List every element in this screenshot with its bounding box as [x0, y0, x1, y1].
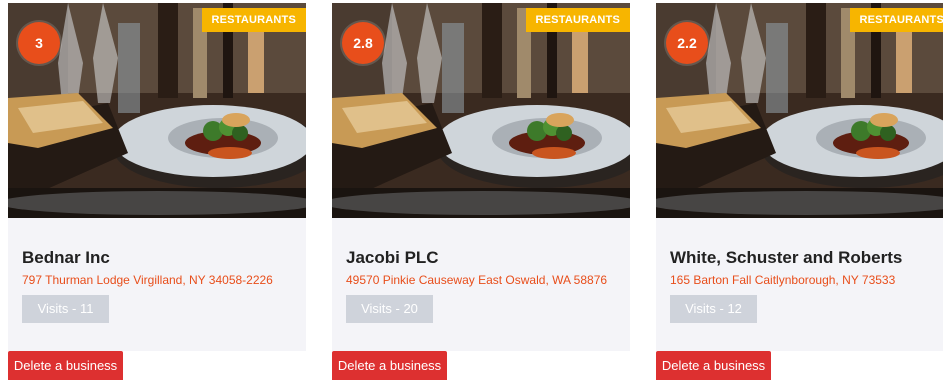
business-name: Bednar Inc: [22, 248, 110, 268]
rating-badge: 2.8: [342, 22, 384, 64]
business-address: 797 Thurman Lodge Virgilland, NY 34058-2…: [22, 273, 273, 287]
business-name: White, Schuster and Roberts: [670, 248, 902, 268]
category-badge: RESTAURANTS: [202, 8, 307, 32]
business-name: Jacobi PLC: [346, 248, 439, 268]
rating-badge: 3: [18, 22, 60, 64]
category-badge: RESTAURANTS: [850, 8, 943, 32]
visits-badge: Visits - 11: [22, 295, 109, 323]
business-address: 49570 Pinkie Causeway East Oswald, WA 58…: [346, 273, 607, 287]
category-badge: RESTAURANTS: [526, 8, 631, 32]
delete-business-button[interactable]: Delete a business: [656, 351, 771, 380]
delete-business-button[interactable]: Delete a business: [8, 351, 123, 380]
business-info: Bednar Inc 797 Thurman Lodge Virgilland,…: [8, 218, 306, 351]
rating-badge: 2.2: [666, 22, 708, 64]
visits-badge: Visits - 20: [346, 295, 433, 323]
business-info: Jacobi PLC 49570 Pinkie Causeway East Os…: [332, 218, 630, 351]
business-info: White, Schuster and Roberts 165 Barton F…: [656, 218, 943, 351]
business-card: RESTAURANTS 2.8 Jacobi PLC 49570 Pinkie …: [332, 3, 630, 377]
visits-badge: Visits - 12: [670, 295, 757, 323]
business-card: RESTAURANTS 2.2 White, Schuster and Robe…: [656, 3, 943, 377]
business-card: RESTAURANTS 3 Bednar Inc 797 Thurman Lod…: [8, 3, 306, 377]
delete-business-button[interactable]: Delete a business: [332, 351, 447, 380]
business-address: 165 Barton Fall Caitlynborough, NY 73533: [670, 273, 895, 287]
